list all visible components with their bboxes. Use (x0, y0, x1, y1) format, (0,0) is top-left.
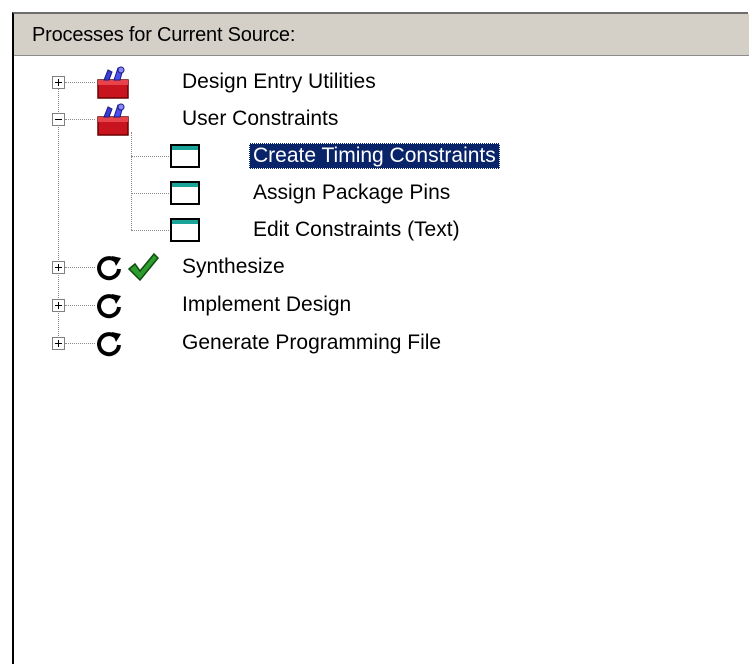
tree-connector-line (65, 82, 95, 83)
tree-item-label: Edit Constraints (Text) (253, 218, 460, 241)
tree-connector-line (65, 119, 95, 120)
tree-connector-line (131, 132, 132, 230)
processes-panel: Processes for Current Source: Design Ent… (12, 12, 749, 666)
expand-button[interactable] (52, 337, 65, 350)
tree-item-label: Create Timing Constraints (249, 143, 500, 169)
expand-button[interactable] (52, 261, 65, 274)
tree-connector-line (65, 305, 95, 306)
tree-connector-line (131, 193, 171, 194)
toolbox-icon (94, 66, 134, 105)
checkmark-icon (126, 251, 160, 288)
refresh-icon (94, 253, 124, 288)
window-icon (170, 181, 200, 205)
tree-connector-line (65, 267, 95, 268)
expand-button[interactable] (52, 299, 65, 312)
tree-item-label: User Constraints (182, 107, 339, 130)
collapse-button[interactable] (52, 113, 65, 126)
tree-item-label: Synthesize (182, 255, 285, 278)
tree-connector-line (131, 156, 171, 157)
tree-item-label: Implement Design (182, 293, 352, 316)
window-icon (170, 218, 200, 242)
refresh-icon (94, 329, 124, 364)
refresh-icon (94, 291, 124, 326)
expand-button[interactable] (52, 76, 65, 89)
tree-item-label: Assign Package Pins (253, 181, 451, 204)
toolbox-icon (94, 103, 134, 142)
tree-item-label: Generate Programming File (182, 331, 442, 354)
process-tree: Design Entry Utilities User Constraints (14, 14, 749, 666)
tree-connector-line (131, 230, 171, 231)
window-icon (170, 144, 200, 168)
tree-connector-line (65, 343, 95, 344)
tree-item-label: Design Entry Utilities (182, 70, 376, 93)
